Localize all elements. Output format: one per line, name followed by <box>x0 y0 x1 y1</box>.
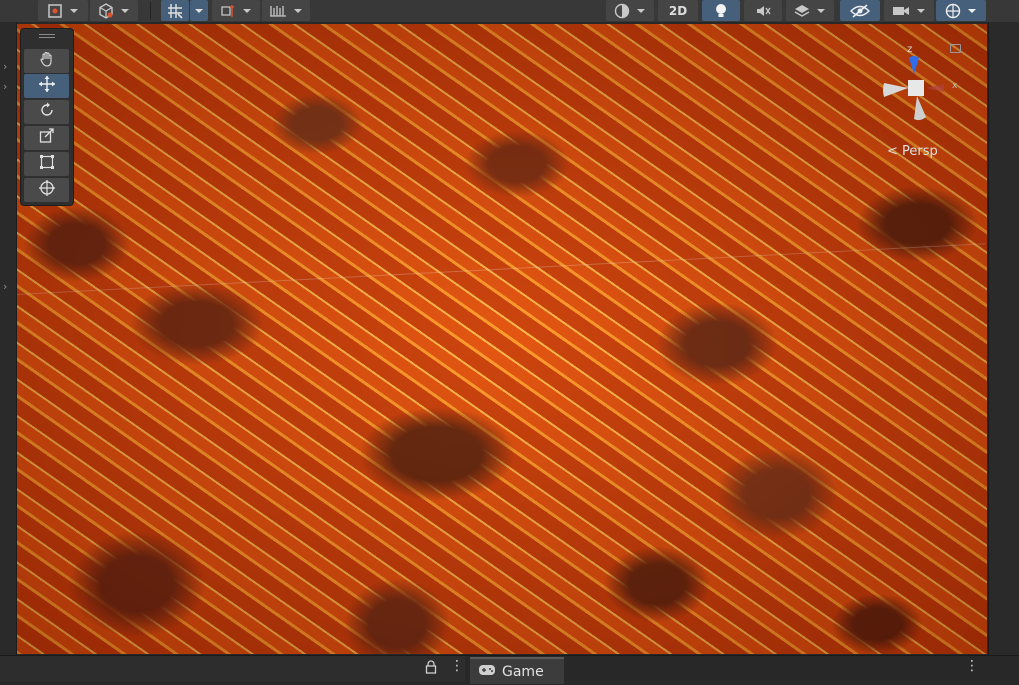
projection-toggle[interactable]: < Persp <box>887 144 938 159</box>
draw-mode-icon <box>614 3 630 19</box>
transform-icon <box>38 179 56 201</box>
scene-view[interactable] <box>17 24 987 654</box>
axis-cones[interactable]: x <box>880 44 960 144</box>
ruler-icon <box>269 4 287 18</box>
audio-toggle[interactable] <box>744 0 782 21</box>
scale-tool-button[interactable] <box>24 126 69 150</box>
lock-icon[interactable] <box>425 659 437 678</box>
chevron-down-icon <box>636 8 646 14</box>
draw-mode-dropdown[interactable] <box>606 0 654 21</box>
scale-icon <box>39 128 55 148</box>
audio-mute-icon <box>755 4 771 18</box>
rect-transform-icon <box>39 154 55 174</box>
right-gutter <box>988 22 1019 655</box>
move-icon <box>38 75 56 97</box>
chevron-down-icon <box>293 8 303 14</box>
toolbar-divider <box>150 2 151 19</box>
rotate-tool-button[interactable] <box>24 100 69 124</box>
lighting-icon <box>714 3 728 19</box>
chevron-right-icon[interactable]: › <box>3 280 7 293</box>
move-tool-button[interactable] <box>24 74 69 98</box>
transform-tool-button[interactable] <box>24 178 69 202</box>
gamepad-icon <box>478 664 496 680</box>
grid-snap-icon <box>167 3 183 19</box>
grid-snap-dropdown[interactable] <box>190 0 208 21</box>
effects-dropdown[interactable] <box>786 0 834 21</box>
gizmos-dropdown[interactable] <box>936 0 986 21</box>
pivot-dropdown[interactable] <box>38 0 88 21</box>
scene-grid-line <box>17 243 986 295</box>
chevron-right-icon[interactable]: › <box>3 60 7 73</box>
chevron-down-icon <box>967 8 977 14</box>
game-tab-label: Game <box>502 663 544 680</box>
hand-tool-button[interactable] <box>24 49 69 73</box>
lighting-toggle[interactable] <box>702 0 740 21</box>
increment-snap-icon <box>220 3 236 19</box>
chevron-down-icon <box>69 8 79 14</box>
increment-snap-dropdown[interactable] <box>212 0 260 21</box>
chevron-down-icon <box>916 8 926 14</box>
tools-overlay <box>20 28 74 206</box>
kebab-menu-icon[interactable]: ⋮ <box>965 658 979 674</box>
camera-icon <box>892 5 910 17</box>
rotate-icon <box>39 102 55 122</box>
effects-icon <box>794 4 810 18</box>
global-icon <box>98 2 114 19</box>
grid-snap-button[interactable] <box>161 0 189 21</box>
chevron-down-icon <box>120 8 130 14</box>
chevron-down-icon <box>816 8 826 14</box>
scene-toolbar: 2D <box>0 0 1019 22</box>
camera-dropdown[interactable] <box>884 0 934 21</box>
bottom-left-panel-header: ⋮ <box>0 656 465 682</box>
visibility-toggle[interactable] <box>840 0 880 21</box>
pivot-icon <box>47 3 63 19</box>
mode-2d-label: 2D <box>668 3 688 18</box>
bottom-panel-bar: ⋮ Game ⋮ <box>0 655 1019 685</box>
ruler-dropdown[interactable] <box>262 0 310 21</box>
chevron-right-icon[interactable]: › <box>3 80 7 93</box>
rect-tool-button[interactable] <box>24 152 69 176</box>
global-dropdown[interactable] <box>90 0 138 21</box>
mode-2d-button[interactable]: 2D <box>658 0 698 21</box>
kebab-menu-icon[interactable]: ⋮ <box>450 658 464 674</box>
chevron-down-icon <box>242 8 252 14</box>
hand-icon <box>39 51 55 71</box>
svg-text:x: x <box>952 81 958 91</box>
visibility-icon <box>850 3 870 18</box>
left-gutter: › › › <box>0 22 17 655</box>
lock-icon[interactable] <box>950 44 961 53</box>
gizmos-icon <box>945 3 961 19</box>
orientation-gizmo[interactable]: z x < Persp <box>880 44 960 164</box>
overlay-grip-icon[interactable] <box>39 34 55 35</box>
chevron-down-icon <box>194 8 204 14</box>
tab-game[interactable]: Game <box>470 657 564 684</box>
